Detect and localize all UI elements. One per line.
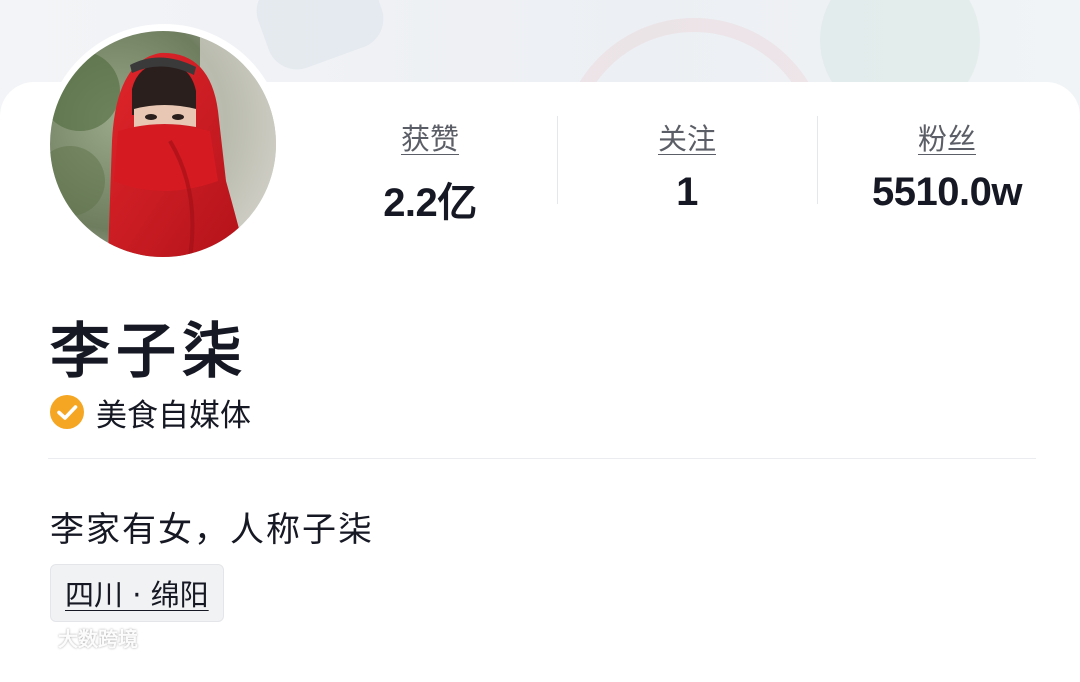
- section-divider: [48, 458, 1036, 459]
- banner-decoration: [248, 0, 392, 78]
- stat-followers[interactable]: 粉丝 5510.0w: [817, 112, 1077, 222]
- stat-following-label[interactable]: 关注: [658, 116, 716, 158]
- watermark-text: 大数跨境: [58, 626, 138, 651]
- stat-divider: [557, 116, 558, 204]
- profile-name: 李子柒: [50, 317, 248, 387]
- location-tag[interactable]: 四川 · 绵阳: [50, 564, 224, 622]
- profile-bio: 李家有女，人称子柒: [50, 510, 374, 550]
- stat-likes-label[interactable]: 获赞: [401, 116, 459, 158]
- location-label: 四川 · 绵阳: [65, 578, 209, 612]
- stat-following-value: 1: [676, 170, 698, 214]
- stat-following[interactable]: 关注 1: [557, 112, 817, 222]
- stat-likes[interactable]: 获赞 2.2亿: [300, 112, 560, 225]
- stat-likes-value: 2.2亿: [383, 181, 477, 225]
- stat-followers-label[interactable]: 粉丝: [918, 116, 976, 158]
- verified-label: 美食自媒体: [96, 397, 251, 434]
- profile-stats: 获赞 2.2亿 关注 1 粉丝 5510.0w: [300, 112, 1080, 225]
- stat-divider: [817, 116, 818, 204]
- watermark: 大数跨境: [10, 622, 138, 652]
- avatar[interactable]: [50, 31, 276, 257]
- avatar-image: [50, 31, 276, 257]
- verified-badge: 美食自媒体: [50, 392, 251, 434]
- watermark-logo-icon: [11, 629, 52, 645]
- verified-check-icon: [50, 395, 84, 429]
- stat-followers-value: 5510.0w: [872, 170, 1022, 214]
